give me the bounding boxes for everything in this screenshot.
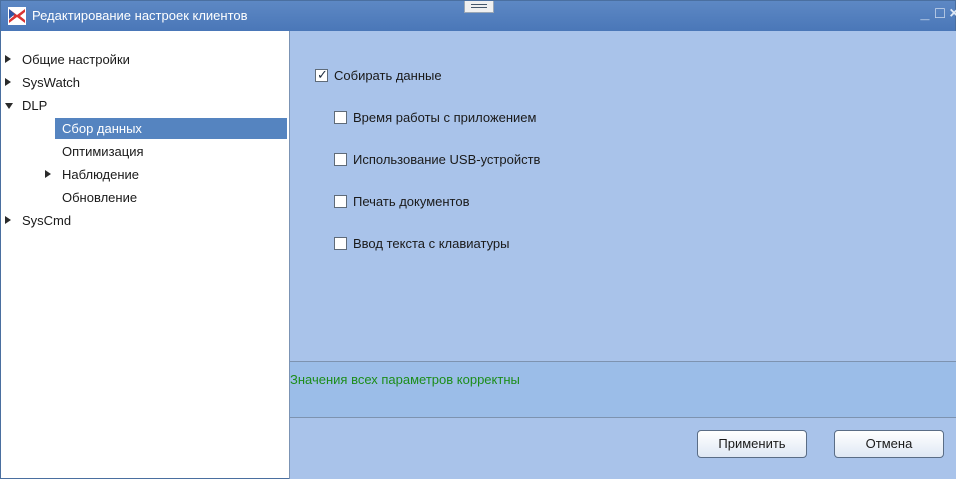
settings-window: Редактирование настроек клиентов _ □ × О…: [0, 0, 956, 479]
checkbox-label: Собирать данные: [334, 68, 442, 83]
tree-item-update[interactable]: Обновление: [62, 187, 262, 208]
window-title: Редактирование настроек клиентов: [32, 8, 248, 23]
tree-item-label: Обновление: [62, 190, 138, 205]
apply-button[interactable]: Применить: [697, 430, 807, 458]
checkbox-label: Ввод текста с клавиатуры: [353, 236, 510, 251]
tree-item-syswatch[interactable]: SysWatch: [5, 72, 285, 93]
title-bar[interactable]: Редактирование настроек клиентов _ □ ×: [1, 1, 956, 31]
collapse-arrow-icon[interactable]: [5, 103, 13, 109]
checkbox-box[interactable]: [334, 195, 347, 208]
app-logo-icon: [8, 7, 26, 25]
cancel-button[interactable]: Отмена: [834, 430, 944, 458]
status-area: Значения всех параметров корректны: [290, 361, 956, 418]
settings-panel: ✓ Собирать данные Время работы с приложе…: [290, 31, 956, 479]
checkbox-box[interactable]: [334, 237, 347, 250]
tree-item-dlp[interactable]: DLP: [5, 95, 285, 116]
settings-tree: Общие настройки SysWatch DLP Сбор данных…: [5, 39, 287, 475]
checkbox-box[interactable]: [334, 111, 347, 124]
tree-item-syscmd[interactable]: SysCmd: [5, 210, 285, 231]
validation-message: Значения всех параметров корректны: [290, 372, 520, 387]
tree-item-label: Оптимизация: [62, 144, 144, 159]
tree-item-general[interactable]: Общие настройки: [5, 49, 285, 70]
tree-item-label: Общие настройки: [22, 52, 130, 67]
checkmark-icon: ✓: [317, 67, 328, 82]
tree-item-label: Сбор данных: [62, 121, 142, 136]
expand-arrow-icon[interactable]: [5, 216, 11, 224]
drag-handle-icon[interactable]: [464, 1, 494, 13]
checkbox-label: Время работы с приложением: [353, 110, 537, 125]
tree-item-monitoring[interactable]: Наблюдение: [45, 164, 245, 185]
maximize-button[interactable]: □: [933, 5, 947, 23]
expand-arrow-icon[interactable]: [5, 78, 11, 86]
minimize-button[interactable]: _: [918, 5, 932, 23]
checkbox-box[interactable]: [334, 153, 347, 166]
expand-arrow-icon[interactable]: [45, 170, 51, 178]
checkbox-label: Печать документов: [353, 194, 470, 209]
tree-item-data-collection[interactable]: Сбор данных: [55, 118, 287, 139]
expand-arrow-icon[interactable]: [5, 55, 11, 63]
tree-item-optimization[interactable]: Оптимизация: [62, 141, 262, 162]
tree-item-label: Наблюдение: [62, 167, 140, 182]
tree-item-label: SysCmd: [22, 213, 72, 228]
close-button[interactable]: ×: [947, 5, 956, 23]
tree-item-label: DLP: [22, 98, 48, 113]
checkbox-box[interactable]: ✓: [315, 67, 328, 82]
checkbox-label: Использование USB-устройств: [353, 152, 541, 167]
tree-item-label: SysWatch: [22, 75, 81, 90]
